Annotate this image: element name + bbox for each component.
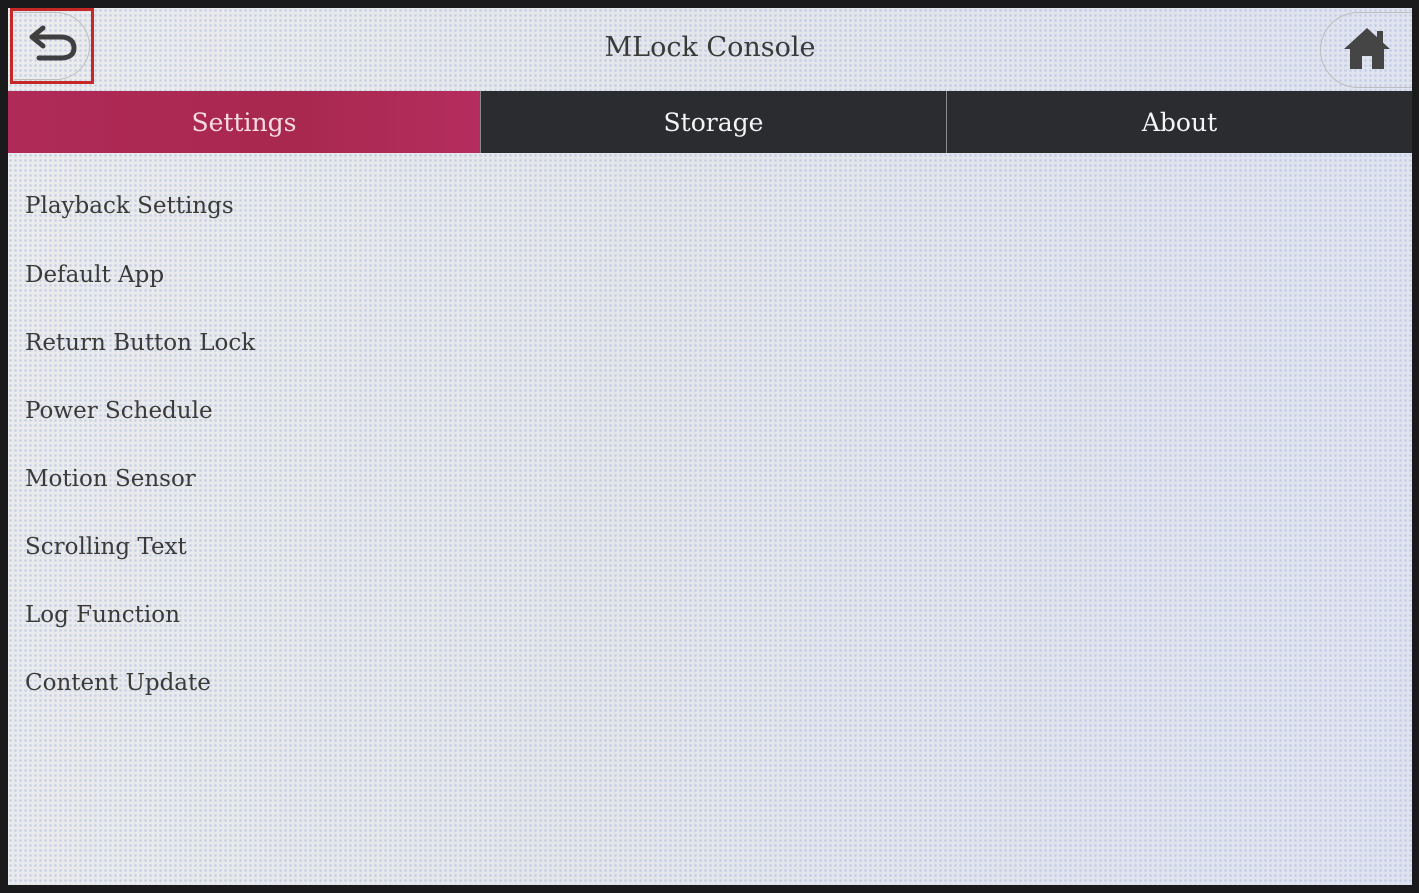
back-button-pill (14, 12, 90, 80)
header-bar: MLock Console (8, 8, 1412, 92)
menu-item-playback-settings[interactable]: Playback Settings (8, 171, 1412, 241)
back-arrow-icon (25, 24, 79, 68)
menu-item-content-update[interactable]: Content Update (8, 649, 1412, 717)
tab-storage[interactable]: Storage (480, 91, 946, 153)
menu-item-power-schedule[interactable]: Power Schedule (8, 377, 1412, 445)
console-screen: MLock Console Settings Storage About Pla… (8, 8, 1412, 885)
menu-item-default-app[interactable]: Default App (8, 241, 1412, 309)
tab-settings[interactable]: Settings (8, 91, 480, 153)
settings-menu: Playback Settings Default App Return But… (8, 171, 1412, 717)
menu-item-motion-sensor[interactable]: Motion Sensor (8, 445, 1412, 513)
tab-about[interactable]: About (946, 91, 1412, 153)
menu-item-return-button-lock[interactable]: Return Button Lock (8, 309, 1412, 377)
tab-bar: Settings Storage About (8, 91, 1412, 153)
page-title: MLock Console (604, 32, 816, 63)
menu-item-log-function[interactable]: Log Function (8, 581, 1412, 649)
home-icon (1341, 25, 1393, 75)
menu-item-scrolling-text[interactable]: Scrolling Text (8, 513, 1412, 581)
home-button[interactable] (1320, 12, 1412, 88)
back-button[interactable] (10, 8, 94, 84)
